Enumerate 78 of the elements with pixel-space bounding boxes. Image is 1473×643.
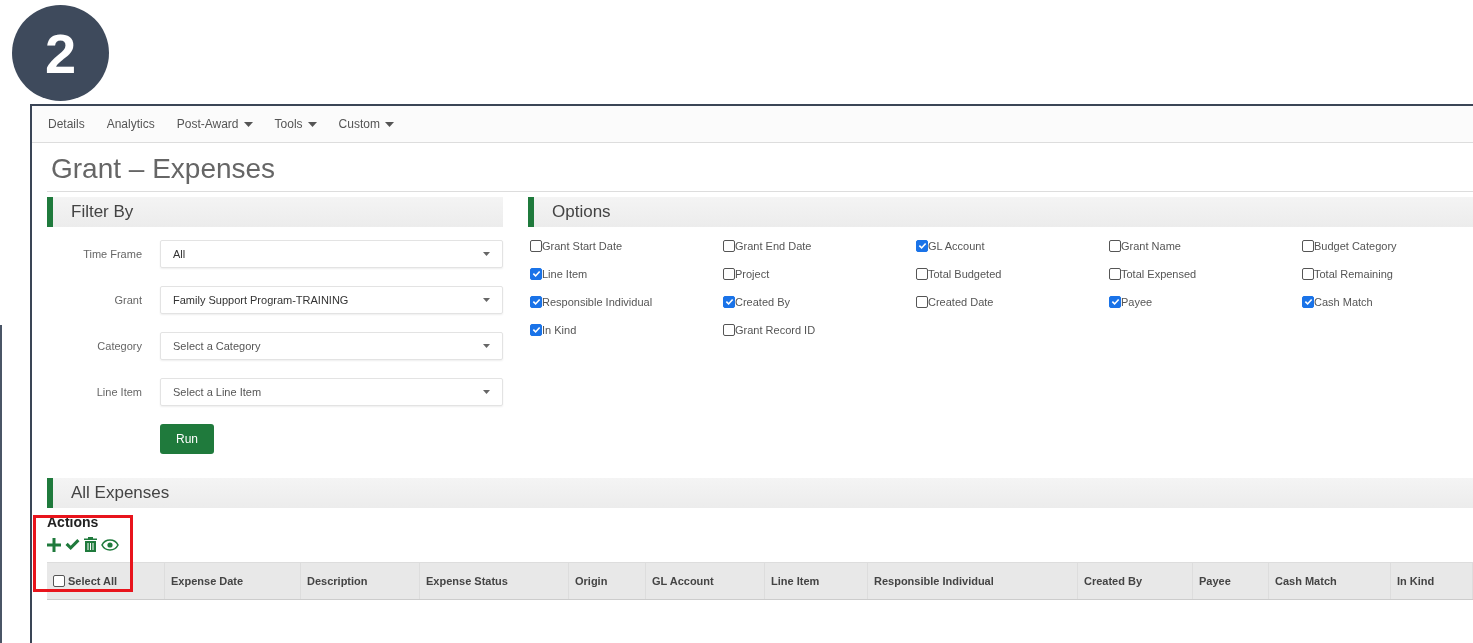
column-header[interactable]: Line Item — [765, 563, 868, 599]
add-icon[interactable] — [47, 537, 61, 552]
option-label: Line Item — [542, 267, 588, 280]
section-title: Options — [552, 202, 611, 222]
field-label: Grant — [113, 294, 142, 306]
option-label: Grant Record ID — [735, 323, 816, 336]
section-title: All Expenses — [71, 483, 170, 503]
column-header[interactable]: Cash Match — [1269, 563, 1391, 599]
field-label: Category — [96, 340, 142, 352]
option-label: Total Budgeted — [928, 267, 1002, 280]
option-label: Grant End Date — [735, 239, 812, 252]
checkbox[interactable] — [1302, 295, 1314, 308]
checkbox[interactable] — [723, 239, 735, 252]
column-header[interactable]: In Kind — [1391, 563, 1473, 599]
caret-icon — [243, 121, 253, 127]
checkbox[interactable] — [723, 323, 735, 336]
option-label: Total Remaining — [1314, 267, 1393, 280]
caret-icon — [483, 252, 490, 256]
checkbox[interactable] — [530, 239, 542, 252]
option-label: Created By — [735, 295, 791, 308]
dropdown-field[interactable]: Family Support Program-TRAINING — [160, 286, 503, 314]
checkbox[interactable] — [916, 295, 928, 308]
nav-menu-item[interactable]: Analytics — [106, 117, 155, 131]
field-label: Time Frame — [82, 248, 142, 260]
option-label: Budget Category — [1314, 239, 1397, 252]
column-header[interactable]: Created By — [1078, 563, 1193, 599]
caret-icon — [483, 390, 490, 394]
run-button[interactable]: Run — [160, 424, 214, 454]
option-label: GL Account — [928, 239, 985, 252]
dropdown-field[interactable]: Select a Line Item — [160, 378, 503, 406]
dropdown-field[interactable]: All — [160, 240, 503, 268]
column-header[interactable]: Select All — [47, 563, 165, 599]
column-header[interactable]: Description — [301, 563, 420, 599]
caret-icon — [483, 298, 490, 302]
option-label: Project — [735, 267, 770, 280]
option-label: In Kind — [542, 323, 577, 336]
check-icon[interactable] — [65, 538, 80, 551]
nav-menu-item[interactable]: Details — [48, 117, 85, 131]
column-header[interactable]: Origin — [569, 563, 646, 599]
checkbox[interactable] — [1109, 239, 1121, 252]
eye-icon[interactable] — [101, 538, 119, 551]
checkbox[interactable] — [1302, 239, 1314, 252]
option-label: Total Expensed — [1121, 267, 1197, 280]
checkbox[interactable] — [530, 295, 542, 308]
checkbox[interactable] — [530, 323, 542, 336]
nav-menu-item[interactable]: Post-Award — [176, 117, 253, 131]
caret-icon — [384, 121, 394, 127]
checkbox[interactable] — [1302, 267, 1314, 280]
checkbox[interactable] — [916, 239, 928, 252]
caret-icon — [483, 344, 490, 348]
option-label: Grant Start Date — [542, 239, 623, 252]
column-header[interactable]: Payee — [1193, 563, 1269, 599]
nav-menu-item[interactable]: Custom — [338, 117, 394, 131]
column-header[interactable]: Responsible Individual — [868, 563, 1078, 599]
checkbox[interactable] — [723, 295, 735, 308]
checkbox[interactable] — [723, 267, 735, 280]
caret-icon — [307, 121, 317, 127]
step-number-badge: 2 — [12, 5, 109, 101]
actions-label: Actions — [47, 514, 100, 530]
column-header[interactable]: Expense Date — [165, 563, 301, 599]
checkbox[interactable] — [53, 575, 65, 587]
section-title: Filter By — [71, 202, 134, 222]
column-header[interactable]: GL Account — [646, 563, 765, 599]
option-label: Responsible Individual — [542, 295, 653, 308]
checkbox[interactable] — [1109, 267, 1121, 280]
column-header[interactable]: Expense Status — [420, 563, 569, 599]
option-label: Grant Name — [1121, 239, 1181, 252]
dropdown-field[interactable]: Select a Category — [160, 332, 503, 360]
page-title: Grant – Expenses — [50, 152, 277, 186]
checkbox[interactable] — [916, 267, 928, 280]
checkbox[interactable] — [1109, 295, 1121, 308]
nav-menu-item[interactable]: Tools — [274, 117, 317, 131]
option-label: Cash Match — [1314, 295, 1373, 308]
field-label: Line Item — [95, 386, 142, 398]
option-label: Created Date — [928, 295, 994, 308]
option-label: Payee — [1121, 295, 1153, 308]
trash-icon[interactable] — [84, 537, 97, 552]
checkbox[interactable] — [530, 267, 542, 280]
